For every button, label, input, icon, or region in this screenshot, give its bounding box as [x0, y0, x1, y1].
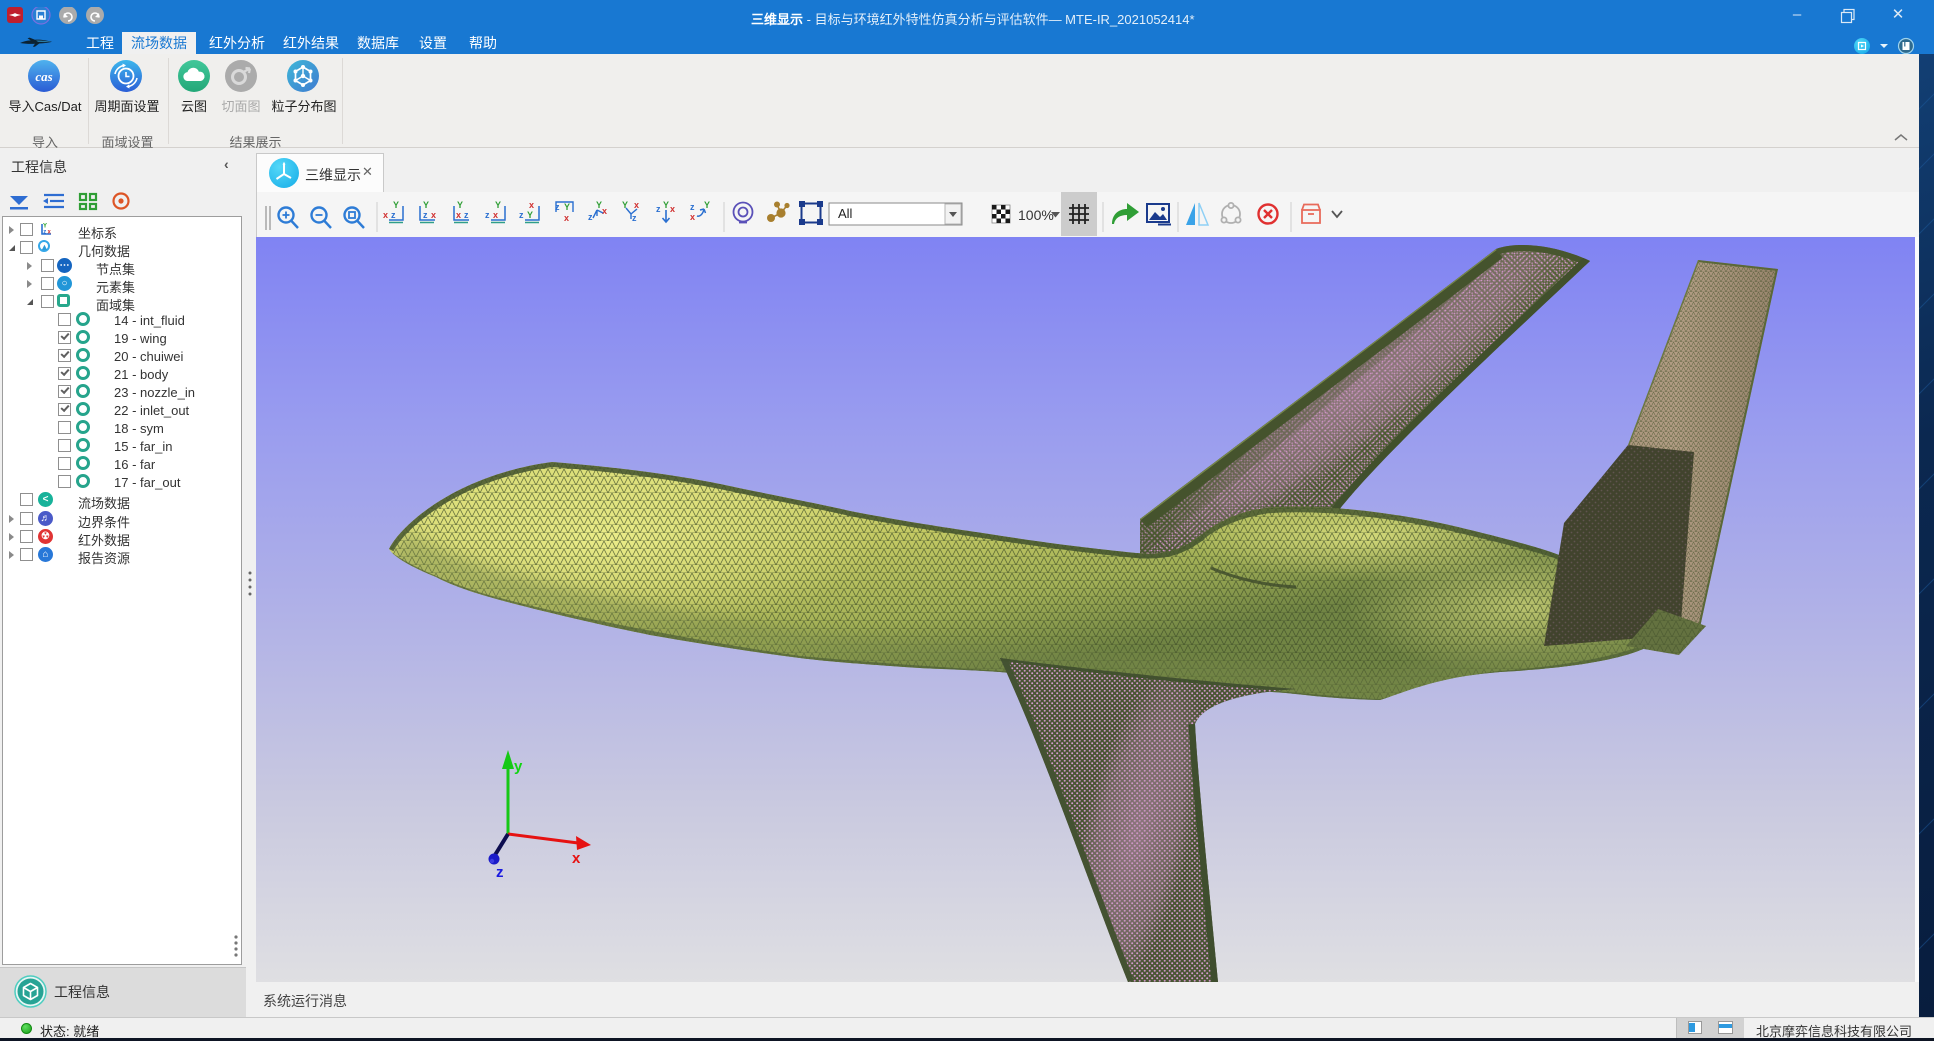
svg-text:x: x [456, 210, 461, 220]
svg-text:x: x [383, 210, 388, 220]
svg-text:x: x [493, 210, 498, 220]
svg-text:z: z [690, 202, 695, 212]
svg-text:z: z [519, 210, 524, 220]
svg-text:Y: Y [663, 200, 669, 210]
svg-text:All: All [838, 206, 853, 221]
svg-text:Y: Y [527, 210, 533, 220]
svg-text:x: x [431, 210, 436, 220]
svg-text:z: z [588, 212, 593, 222]
svg-text:z: z [391, 210, 396, 220]
svg-text:100%: 100% [1018, 207, 1054, 223]
svg-text:Y: Y [457, 200, 463, 210]
svg-text:cas: cas [35, 69, 52, 84]
svg-text:y: y [514, 758, 523, 775]
svg-text:z: z [464, 210, 469, 220]
svg-text:z: z [656, 204, 661, 214]
svg-text:Y: Y [423, 200, 429, 210]
svg-text:Y: Y [393, 200, 399, 210]
svg-text:Y: Y [564, 202, 570, 212]
svg-text:x: x [529, 200, 534, 210]
svg-text:x: x [690, 212, 695, 222]
svg-text:z: z [43, 229, 46, 235]
svg-text:x: x [602, 206, 607, 216]
svg-text:x: x [564, 213, 569, 223]
svg-text:z: z [485, 210, 490, 220]
svg-text:z: z [632, 213, 637, 223]
svg-text:Y: Y [704, 200, 710, 210]
svg-text:Y: Y [495, 200, 501, 210]
svg-text:x: x [670, 204, 675, 214]
svg-text:z: z [423, 210, 428, 220]
svg-text:z: z [496, 864, 504, 881]
svg-text:x: x [572, 850, 581, 867]
